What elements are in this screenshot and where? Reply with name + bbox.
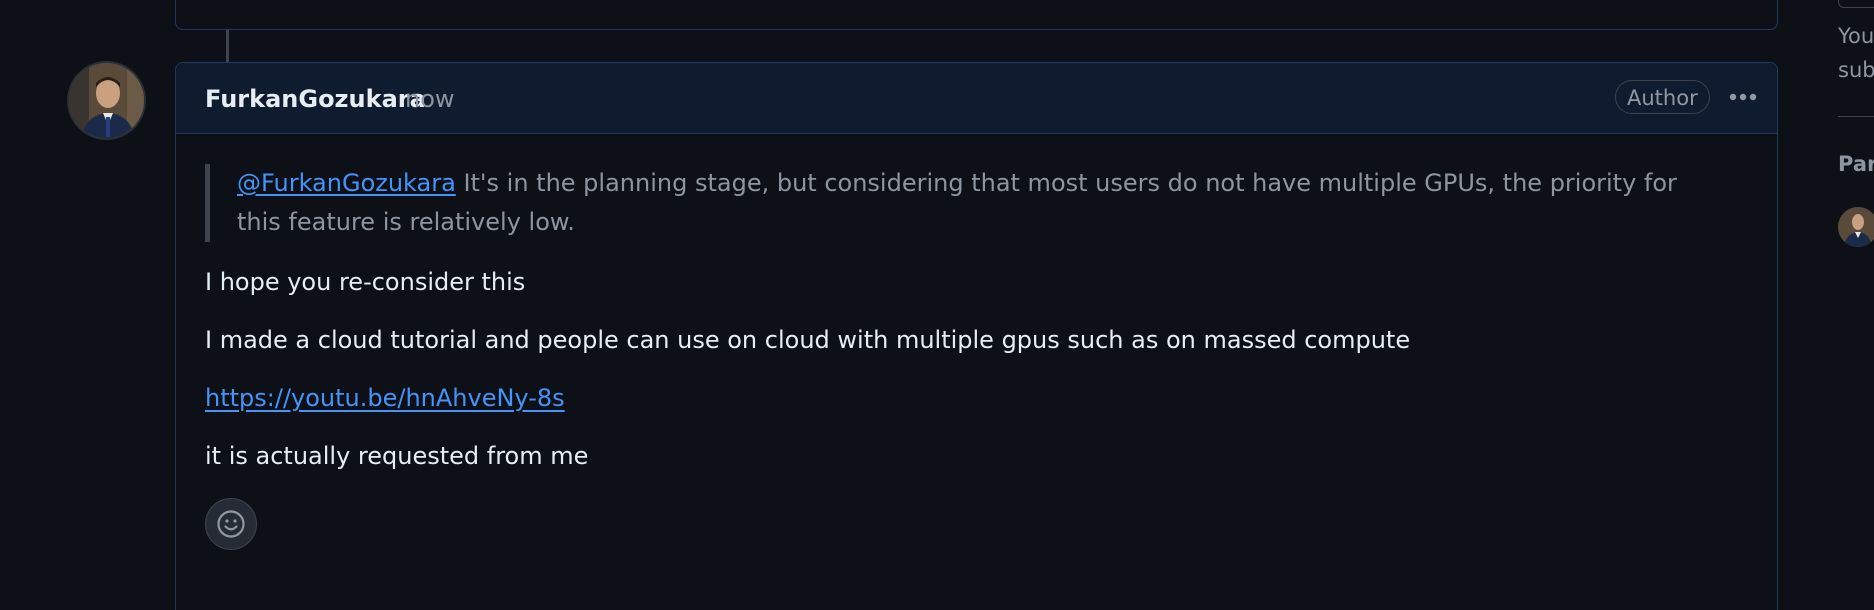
comment-paragraph: I hope you re-consider this (205, 268, 526, 296)
sidebar-divider (1838, 116, 1874, 117)
user-mention-link[interactable]: @FurkanGozukara (237, 169, 456, 197)
participant-photo (1838, 207, 1874, 247)
avatar-photo (69, 63, 144, 138)
add-reaction-button[interactable] (205, 498, 257, 550)
kebab-horizontal-icon (1729, 93, 1757, 101)
smiley-icon (217, 510, 245, 538)
author-name[interactable]: FurkanGozukara (205, 85, 426, 113)
youtube-link[interactable]: https://youtu.be/hnAhveNy-8s (205, 384, 565, 412)
comment-link-paragraph: https://youtu.be/hnAhveNy-8s (205, 384, 565, 412)
previous-comment-box (175, 0, 1778, 30)
author-badge: Author (1615, 80, 1710, 114)
comment-paragraph: I made a cloud tutorial and people can u… (205, 326, 1411, 354)
comment-options-button[interactable] (1725, 83, 1761, 111)
participant-avatar[interactable] (1838, 207, 1874, 247)
right-sidebar: You sub Par (1838, 0, 1874, 610)
subscription-text: You (1838, 24, 1874, 48)
subscribe-button[interactable] (1838, 0, 1874, 8)
comment-card: FurkanGozukara now Author @FurkanGozukar… (175, 62, 1778, 610)
quoted-reply: @FurkanGozukara It's in the planning sta… (205, 164, 1685, 242)
timeline-connector (226, 30, 229, 64)
comment-timestamp[interactable]: now (405, 85, 455, 113)
issue-page: FurkanGozukara now Author @FurkanGozukar… (0, 0, 1874, 610)
comment-paragraph: it is actually requested from me (205, 442, 589, 470)
subscription-text: sub (1838, 58, 1874, 82)
participants-heading: Par (1838, 152, 1874, 176)
author-avatar[interactable] (67, 61, 146, 140)
comment-header: FurkanGozukara now Author (176, 63, 1777, 134)
